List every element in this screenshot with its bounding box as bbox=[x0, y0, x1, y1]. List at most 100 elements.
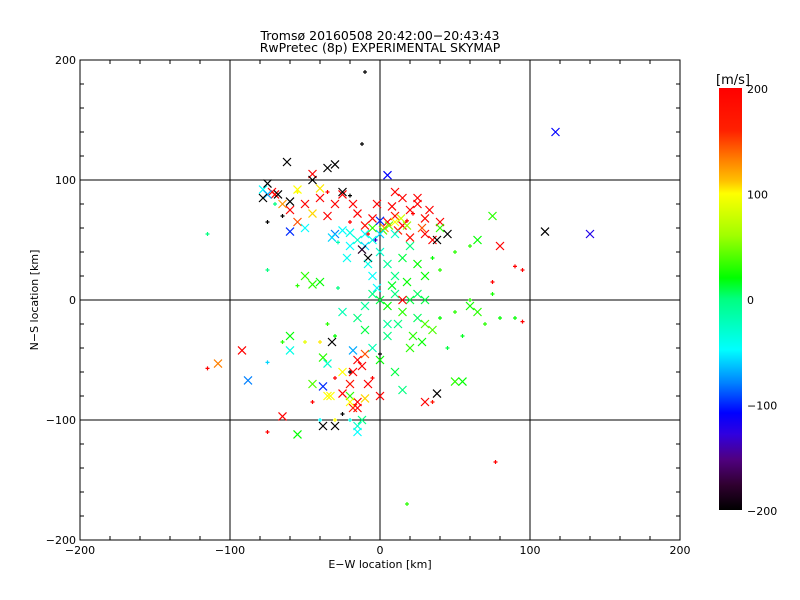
data-point-cross bbox=[383, 170, 392, 180]
data-point-tick bbox=[498, 316, 502, 320]
data-point-cross bbox=[278, 411, 287, 421]
data-point-tick bbox=[468, 298, 472, 302]
data-point-cross bbox=[300, 199, 310, 209]
data-point-tick bbox=[513, 264, 517, 269]
data-point-tick bbox=[336, 240, 340, 245]
y-axis-label: N−S location [km] bbox=[28, 250, 41, 351]
data-point-cross bbox=[428, 325, 437, 335]
data-point-cross bbox=[398, 253, 407, 263]
data-point-cross bbox=[390, 187, 400, 197]
data-point-cross bbox=[420, 213, 430, 223]
data-point-cross bbox=[348, 345, 358, 355]
data-point-cross bbox=[318, 421, 328, 431]
data-point-cross bbox=[551, 127, 560, 137]
data-point-tick bbox=[333, 376, 337, 380]
data-point-cross bbox=[353, 313, 362, 323]
data-point-cross bbox=[458, 377, 467, 387]
data-point-cross bbox=[263, 179, 272, 189]
data-point-tick bbox=[490, 292, 495, 296]
data-point-cross bbox=[368, 271, 377, 281]
data-point-cross bbox=[315, 183, 325, 193]
x-tick-label: −100 bbox=[215, 544, 245, 557]
data-point-cross bbox=[300, 271, 310, 281]
data-point-cross bbox=[383, 331, 392, 341]
data-point-cross bbox=[428, 235, 437, 245]
data-point-cross bbox=[318, 381, 328, 391]
data-point-cross bbox=[383, 301, 392, 311]
data-point-tick bbox=[438, 316, 442, 320]
data-point-cross bbox=[432, 389, 442, 399]
data-point-cross bbox=[387, 201, 397, 211]
data-point-tick bbox=[520, 319, 525, 324]
data-point-cross bbox=[213, 359, 223, 369]
data-point-tick bbox=[310, 400, 315, 404]
colorbar-tick-label: 200 bbox=[747, 83, 768, 96]
data-point-cross bbox=[363, 379, 373, 389]
data-point-cross bbox=[357, 361, 367, 371]
data-point-cross bbox=[390, 229, 400, 239]
data-point-tick bbox=[438, 268, 442, 272]
data-point-tick bbox=[205, 366, 210, 371]
data-point-cross bbox=[398, 385, 407, 395]
data-point-cross bbox=[488, 211, 497, 221]
data-point-cross bbox=[540, 227, 550, 237]
data-point-tick bbox=[430, 400, 435, 404]
data-point-cross bbox=[353, 403, 362, 413]
data-point-tick bbox=[303, 340, 307, 344]
data-point-cross bbox=[345, 379, 355, 389]
data-point-tick bbox=[513, 316, 517, 320]
data-point-cross bbox=[345, 241, 355, 251]
data-point-tick bbox=[468, 244, 472, 248]
data-point-tick bbox=[318, 340, 322, 344]
data-point-cross bbox=[368, 343, 377, 353]
data-point-tick bbox=[280, 340, 285, 344]
data-point-cross bbox=[390, 367, 400, 377]
data-point-cross bbox=[258, 193, 268, 203]
data-point-cross bbox=[420, 319, 430, 329]
data-point-cross bbox=[413, 193, 422, 203]
data-point-cross bbox=[402, 277, 412, 287]
x-tick-label: 200 bbox=[670, 544, 691, 557]
data-point-cross bbox=[318, 353, 328, 363]
data-point-cross bbox=[465, 301, 475, 311]
data-point-tick bbox=[265, 360, 270, 365]
data-point-cross bbox=[473, 307, 482, 317]
data-point-tick bbox=[280, 214, 285, 218]
data-point-tick bbox=[370, 376, 375, 380]
data-point-cross bbox=[443, 229, 452, 239]
data-point-cross bbox=[390, 271, 400, 281]
data-point-cross bbox=[308, 379, 317, 389]
data-point-cross bbox=[285, 205, 295, 215]
data-point-cross bbox=[363, 259, 373, 269]
chart-subtitle: RwPretec (8p) EXPERIMENTAL SKYMAP bbox=[260, 40, 501, 55]
data-point-cross bbox=[368, 213, 377, 223]
colorbar-tick-label: 100 bbox=[747, 189, 768, 202]
data-point-cross bbox=[293, 429, 302, 439]
data-point-cross bbox=[327, 233, 337, 243]
data-point-cross bbox=[405, 241, 415, 251]
data-point-tick bbox=[483, 322, 487, 326]
data-point-tick bbox=[265, 220, 270, 224]
colorbar-tick-label: 0 bbox=[747, 294, 754, 307]
data-point-cross bbox=[383, 259, 392, 269]
data-point-cross bbox=[432, 235, 442, 245]
colorbar-label: [m/s] bbox=[716, 73, 750, 88]
colorbar-ticks: 200 100 0 −100 −200 bbox=[747, 83, 777, 518]
data-point-cross bbox=[342, 253, 352, 263]
data-point-tick bbox=[520, 268, 525, 272]
data-point-tick bbox=[348, 220, 352, 224]
data-point-cross bbox=[345, 228, 355, 238]
data-point-cross bbox=[413, 289, 422, 299]
data-point-cross bbox=[360, 349, 370, 359]
data-point-cross bbox=[405, 343, 415, 353]
data-point-cross bbox=[390, 289, 400, 299]
data-point-cross bbox=[353, 355, 362, 365]
data-point-cross bbox=[282, 157, 292, 167]
data-point-cross bbox=[315, 277, 325, 287]
data-point-cross bbox=[368, 289, 377, 299]
data-point-tick bbox=[405, 502, 409, 506]
colorbar bbox=[719, 88, 742, 510]
colorbar-tick-label: −100 bbox=[747, 400, 777, 413]
data-point-cross bbox=[413, 259, 422, 269]
data-point-cross bbox=[360, 325, 370, 335]
